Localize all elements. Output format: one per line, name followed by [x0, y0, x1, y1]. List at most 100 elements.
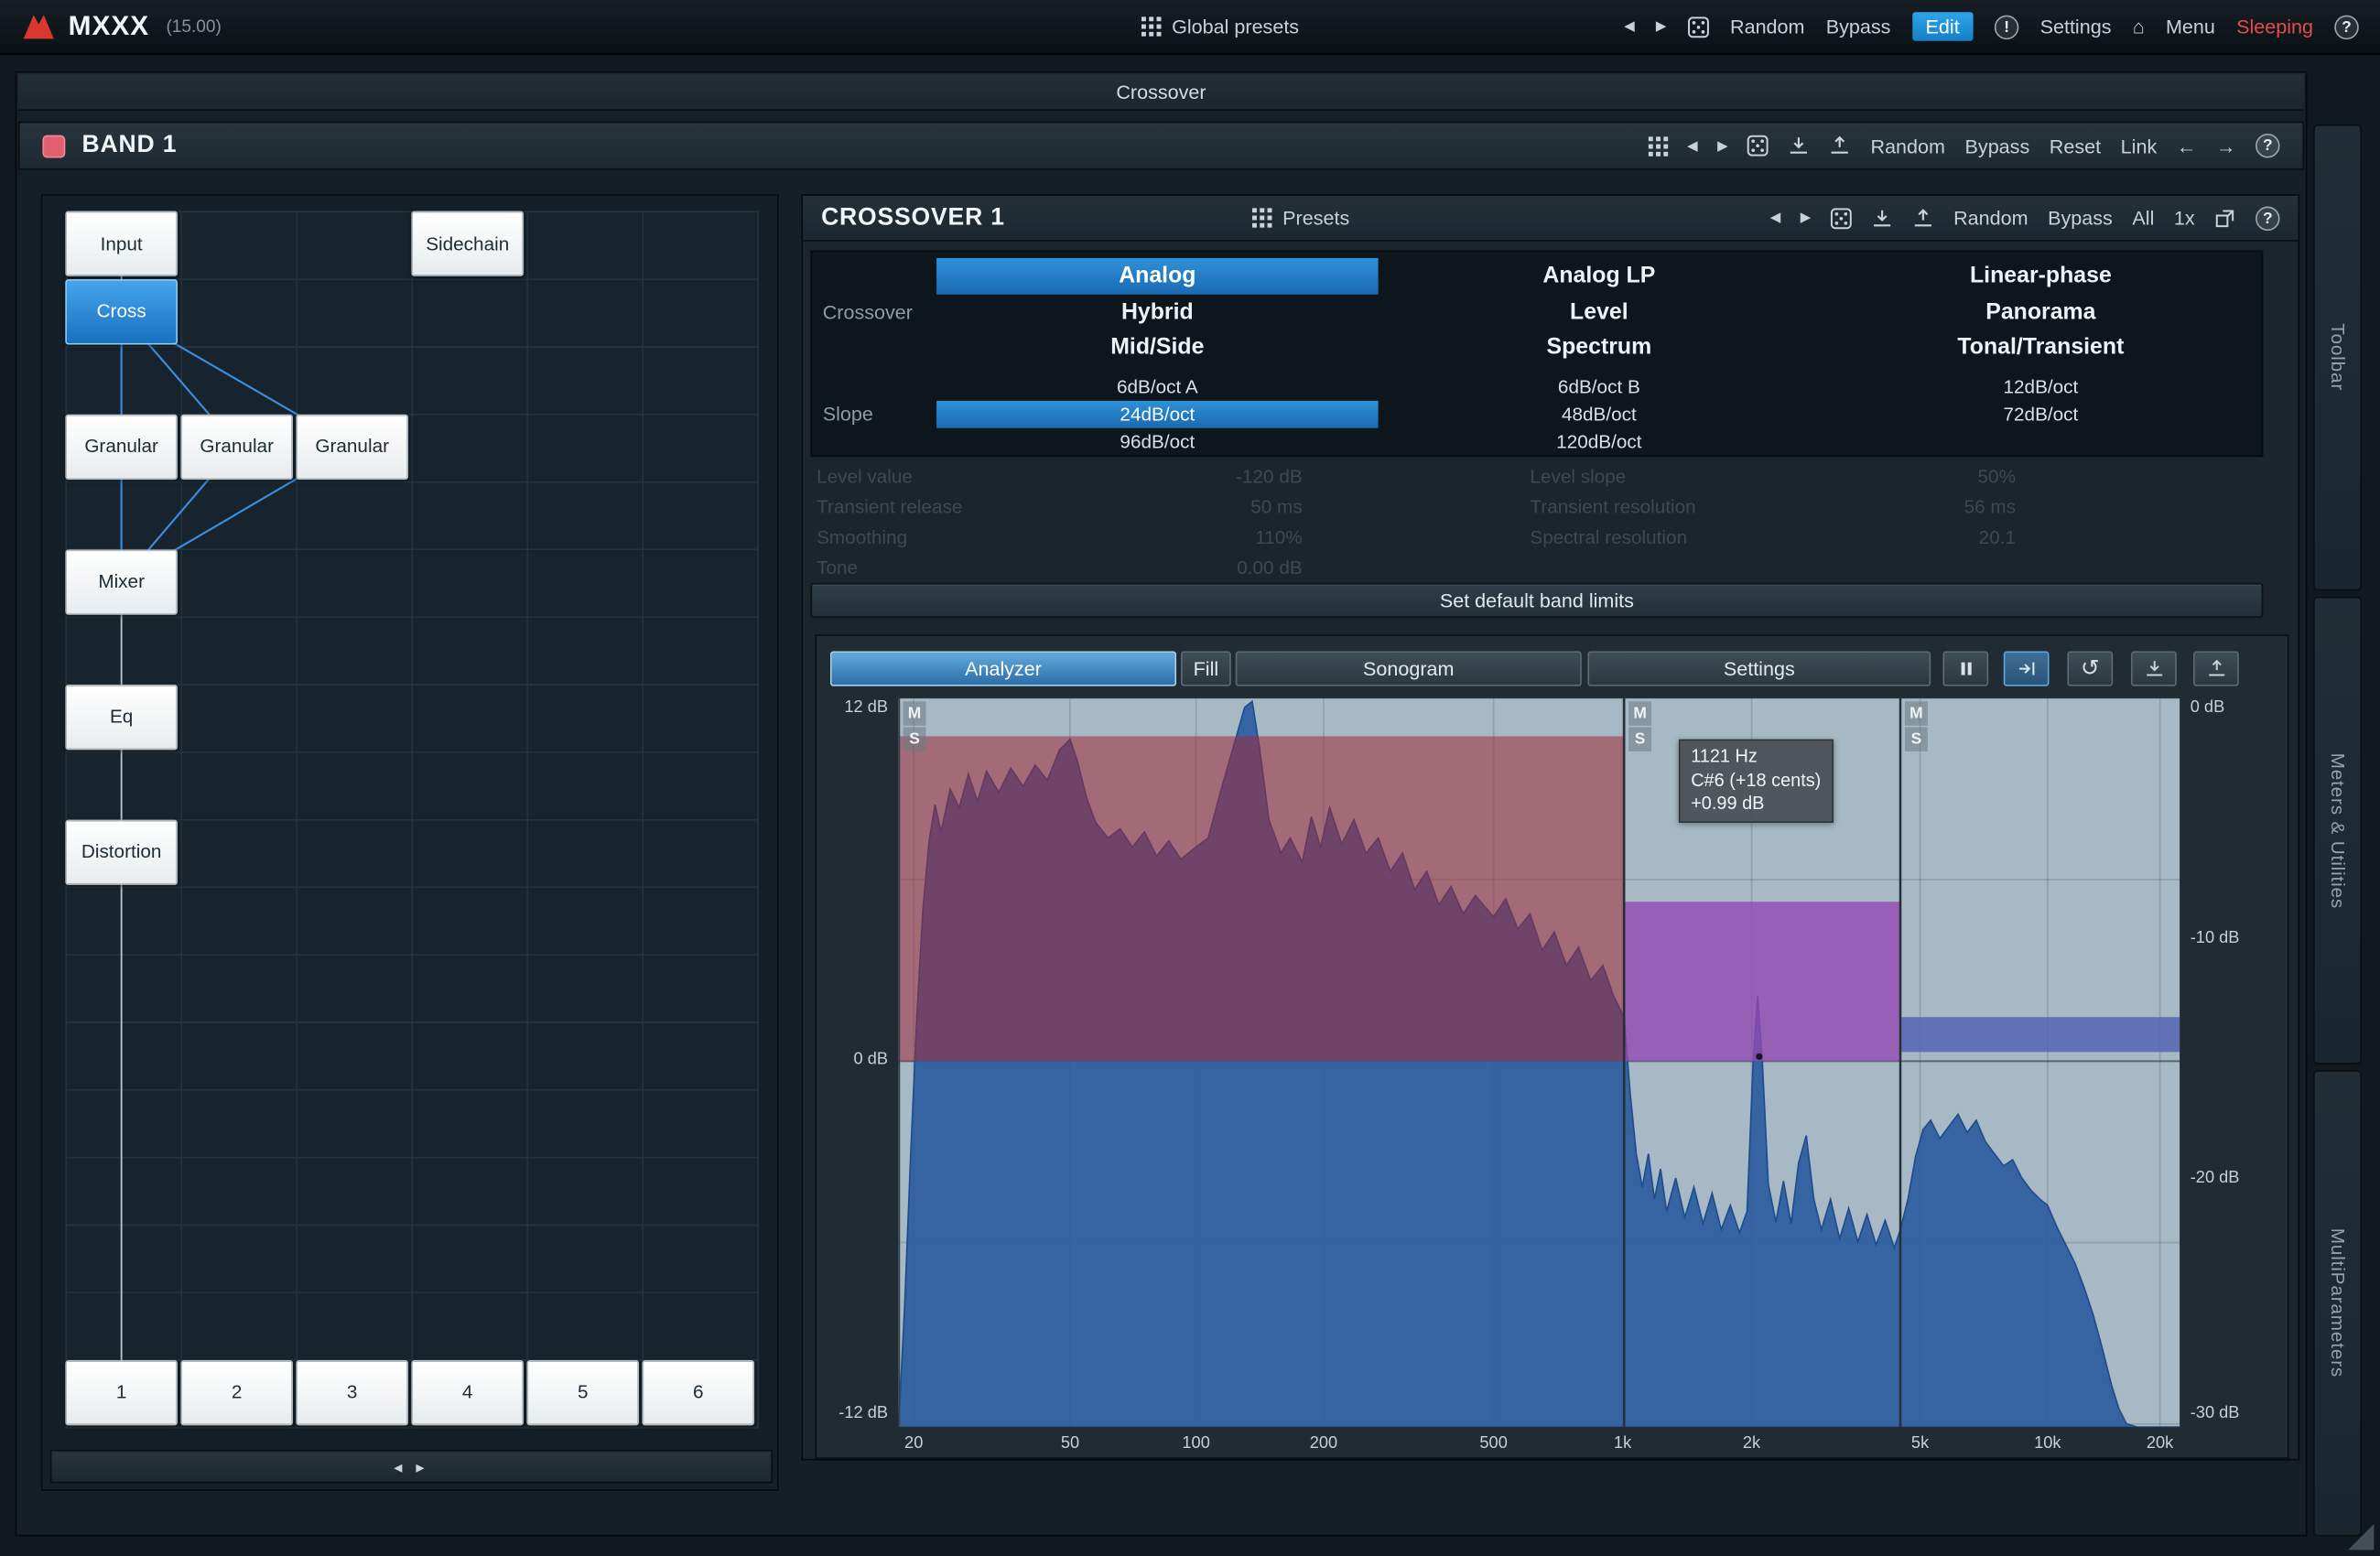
- multiparameters-dock-tab[interactable]: MultiParameters: [2313, 1070, 2362, 1537]
- sleeping-status[interactable]: Sleeping: [2236, 16, 2313, 38]
- node-cross[interactable]: Cross: [65, 278, 178, 343]
- output-slot-4[interactable]: 4: [411, 1359, 524, 1424]
- node-sidechain[interactable]: Sidechain: [411, 211, 524, 276]
- slope-option-72[interactable]: 72dB/oct: [1820, 400, 2262, 427]
- crossover-save-button[interactable]: [1912, 207, 1933, 228]
- meters-utilities-dock-tab[interactable]: Meters & Utilities: [2313, 597, 2362, 1064]
- crossover-all-button[interactable]: All: [2132, 207, 2154, 230]
- set-default-band-limits-button[interactable]: Set default band limits: [810, 583, 2263, 618]
- collapse-panel-button[interactable]: ◂ ▸: [50, 1450, 773, 1483]
- band-load-button[interactable]: [1789, 135, 1810, 157]
- warning-button[interactable]: !: [1995, 15, 2019, 39]
- node-granular-1[interactable]: Granular: [65, 414, 178, 479]
- node-eq[interactable]: Eq: [65, 684, 178, 749]
- edit-mode-button[interactable]: Edit: [1912, 12, 1974, 41]
- slope-option-120[interactable]: 120dB/oct: [1379, 427, 1821, 455]
- presets-label: Presets: [1282, 207, 1349, 230]
- type-option-spectrum[interactable]: Spectrum: [1379, 330, 1821, 365]
- tab-analyzer[interactable]: Analyzer: [830, 652, 1176, 686]
- output-slot-6[interactable]: 6: [642, 1359, 754, 1424]
- settings-button[interactable]: Settings: [2040, 16, 2112, 38]
- side-toggle[interactable]: S: [1628, 727, 1651, 751]
- crossover-prev-preset-button[interactable]: ◀: [1770, 210, 1780, 226]
- side-toggle[interactable]: S: [1905, 727, 1928, 751]
- output-slot-3[interactable]: 3: [296, 1359, 408, 1424]
- prev-preset-button[interactable]: ◀: [1624, 18, 1634, 35]
- band-randomize-button[interactable]: [1747, 135, 1769, 157]
- next-band-button[interactable]: →: [2216, 135, 2236, 157]
- type-option-midside[interactable]: Mid/Side: [936, 330, 1379, 365]
- type-option-analog[interactable]: Analog: [936, 258, 1379, 294]
- node-input[interactable]: Input: [65, 211, 178, 276]
- side-toggle[interactable]: S: [903, 727, 926, 751]
- dice-icon: [1688, 16, 1709, 37]
- slope-option-6b[interactable]: 6dB/oct B: [1379, 373, 1821, 400]
- resize-handle[interactable]: [2348, 1524, 2374, 1550]
- type-option-analog-lp[interactable]: Analog LP: [1379, 258, 1821, 294]
- crossover-load-button[interactable]: [1872, 207, 1893, 228]
- crossover-bypass-button[interactable]: Bypass: [2048, 207, 2113, 230]
- next-preset-button[interactable]: ▶: [1656, 18, 1666, 35]
- pause-button[interactable]: [1942, 652, 1988, 686]
- slope-option-6a[interactable]: 6dB/oct A: [936, 373, 1379, 400]
- crossover-randomize-button[interactable]: [1831, 207, 1852, 228]
- type-option-level[interactable]: Level: [1379, 294, 1821, 330]
- band-help-button[interactable]: ?: [2256, 134, 2280, 158]
- spectrum-plot[interactable]: 12 dB 0 dB -12 dB 0 dB -10 dB -20 dB -30…: [899, 698, 2180, 1427]
- random-button[interactable]: Random: [1730, 16, 1804, 38]
- cursor-point: [1756, 1054, 1762, 1060]
- crossover-multiplier-button[interactable]: 1x: [2174, 207, 2195, 230]
- crossover-popout-button[interactable]: [2214, 207, 2235, 228]
- band-bypass-button[interactable]: Bypass: [1965, 135, 2030, 157]
- band-title[interactable]: BAND 1: [82, 132, 178, 159]
- crossover-next-preset-button[interactable]: ▶: [1801, 210, 1811, 226]
- mid-toggle[interactable]: M: [903, 701, 926, 726]
- output-slot-2[interactable]: 2: [180, 1359, 293, 1424]
- output-slot-5[interactable]: 5: [526, 1359, 639, 1424]
- type-option-hybrid[interactable]: Hybrid: [936, 294, 1379, 330]
- band-ms-toggle[interactable]: M S: [1905, 701, 1928, 752]
- tab-sonogram[interactable]: Sonogram: [1236, 652, 1582, 686]
- home-button[interactable]: ⌂: [2133, 16, 2145, 38]
- band-reset-button[interactable]: Reset: [2050, 135, 2101, 157]
- help-button[interactable]: ?: [2334, 15, 2359, 39]
- menu-button[interactable]: Menu: [2166, 16, 2215, 38]
- mid-toggle[interactable]: M: [1628, 701, 1651, 726]
- crossover-presets-button[interactable]: Presets: [1252, 207, 1349, 230]
- output-slot-1[interactable]: 1: [65, 1359, 178, 1424]
- node-granular-3[interactable]: Granular: [296, 414, 408, 479]
- band-next-preset-button[interactable]: ▶: [1717, 137, 1727, 154]
- band-prev-preset-button[interactable]: ◀: [1687, 137, 1697, 154]
- band-ms-toggle[interactable]: M S: [903, 701, 926, 752]
- crossover-help-button[interactable]: ?: [2256, 206, 2280, 231]
- mid-toggle[interactable]: M: [1905, 701, 1928, 726]
- band-presets-button[interactable]: [1648, 135, 1668, 156]
- type-option-panorama[interactable]: Panorama: [1820, 294, 2262, 330]
- type-option-linear-phase[interactable]: Linear-phase: [1820, 258, 2262, 294]
- band-ms-toggle[interactable]: M S: [1628, 701, 1651, 752]
- analyzer-load-button[interactable]: [2131, 652, 2177, 686]
- node-distortion[interactable]: Distortion: [65, 819, 178, 884]
- analyzer-save-button[interactable]: [2193, 652, 2239, 686]
- tab-fill[interactable]: Fill: [1181, 652, 1231, 686]
- slope-option-24[interactable]: 24dB/oct: [936, 400, 1379, 427]
- band-color-chip[interactable]: [42, 135, 65, 157]
- prev-band-button[interactable]: ←: [2177, 135, 2197, 157]
- reset-analysis-button[interactable]: ↺: [2067, 652, 2113, 686]
- toolbar-dock-tab[interactable]: Toolbar: [2313, 124, 2362, 591]
- randomize-seed-button[interactable]: [1688, 16, 1709, 37]
- band-save-button[interactable]: [1830, 135, 1851, 157]
- bypass-button[interactable]: Bypass: [1826, 16, 1891, 38]
- crossover-random-button[interactable]: Random: [1953, 207, 2028, 230]
- node-mixer[interactable]: Mixer: [65, 549, 178, 614]
- type-option-tonal-transient[interactable]: Tonal/Transient: [1820, 330, 2262, 365]
- tab-settings[interactable]: Settings: [1587, 652, 1931, 686]
- slope-option-12[interactable]: 12dB/oct: [1820, 373, 2262, 400]
- band-link-button[interactable]: Link: [2121, 135, 2158, 157]
- slope-option-96[interactable]: 96dB/oct: [936, 427, 1379, 455]
- normalize-button[interactable]: [2004, 652, 2050, 686]
- slope-option-48[interactable]: 48dB/oct: [1379, 400, 1821, 427]
- node-granular-2[interactable]: Granular: [180, 414, 293, 479]
- global-presets-button[interactable]: Global presets: [1141, 16, 1299, 38]
- band-random-button[interactable]: Random: [1871, 135, 1945, 157]
